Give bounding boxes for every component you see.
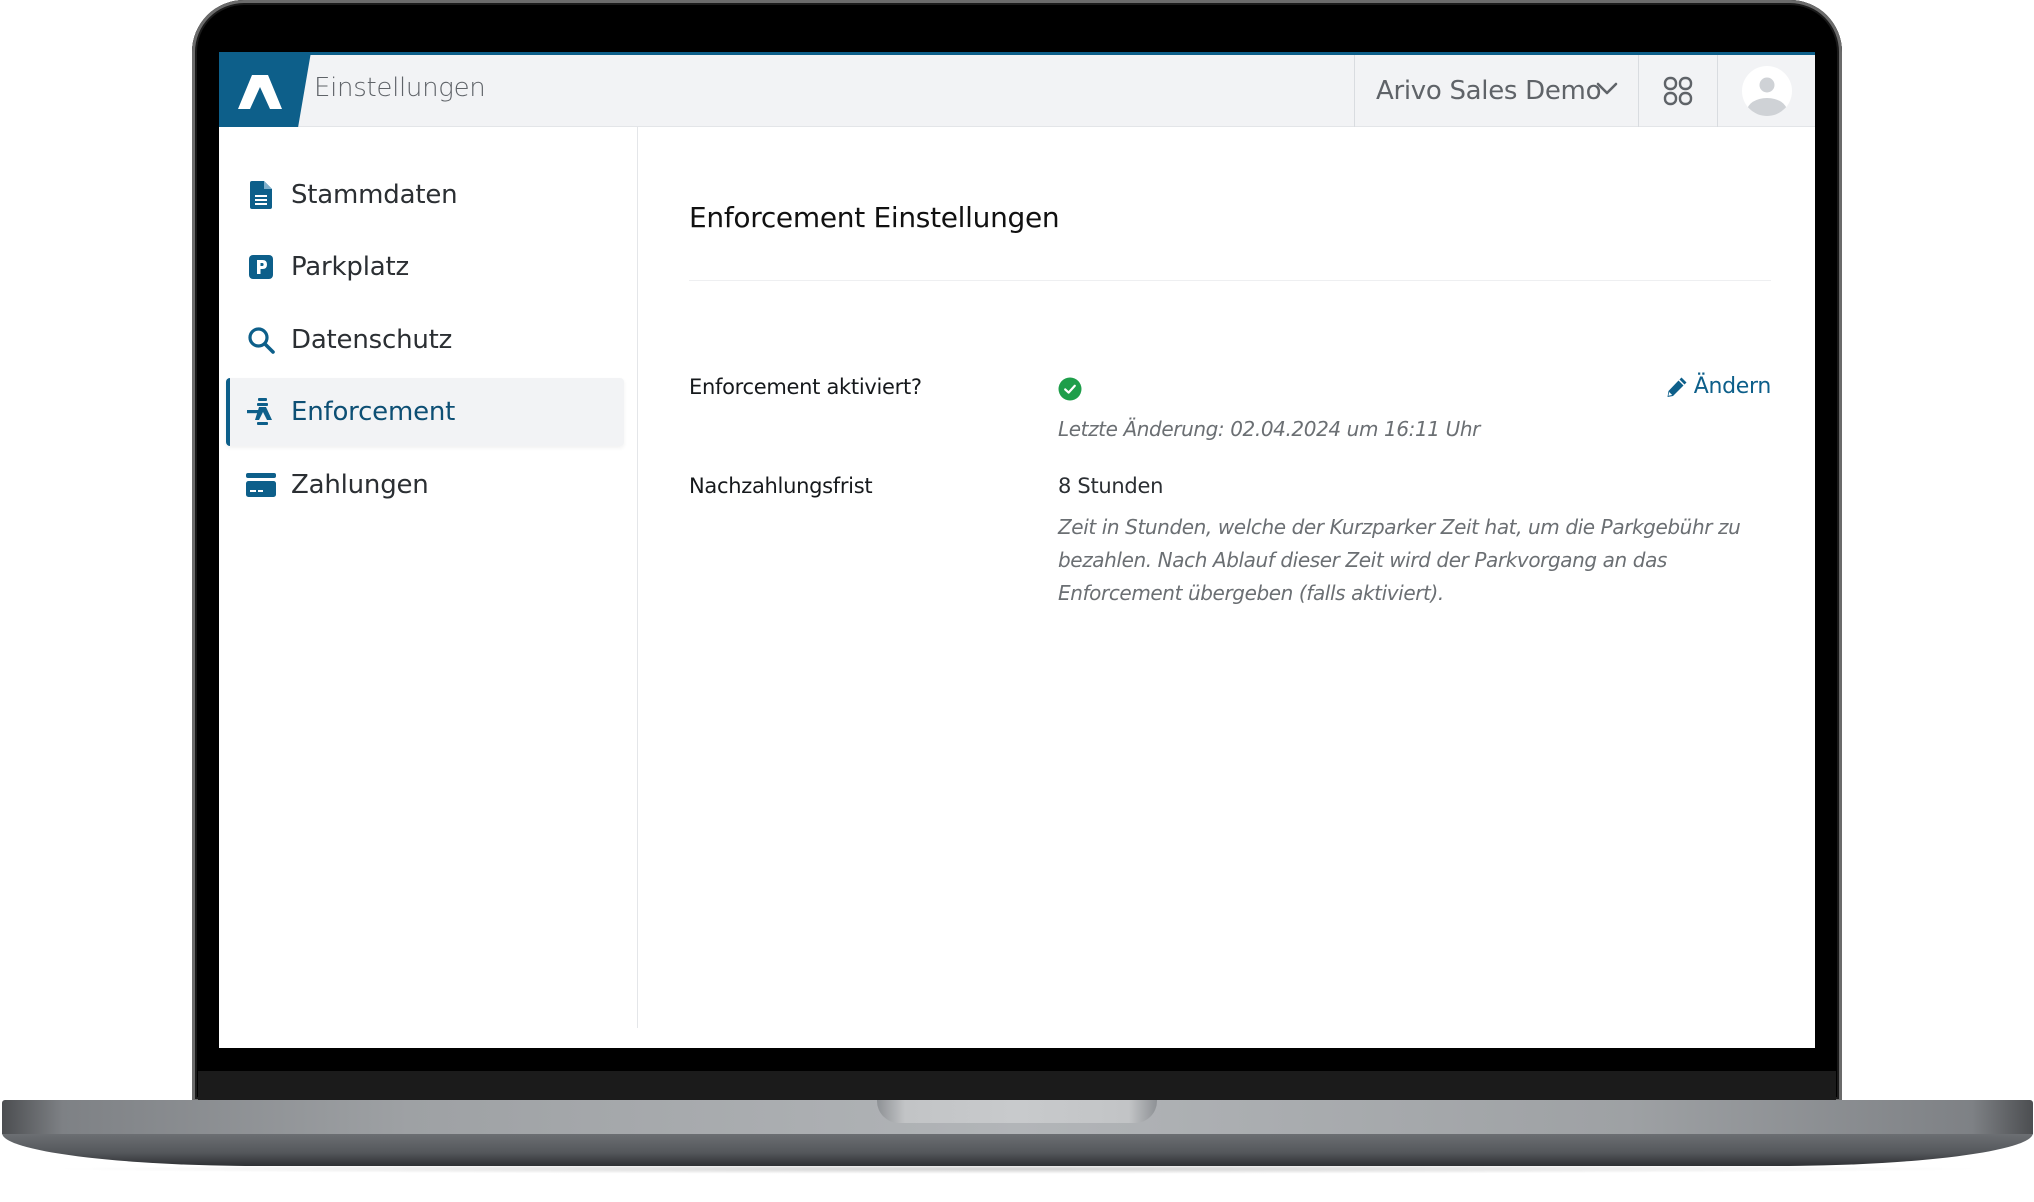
description-line: bezahlen. Nach Ablauf dieser Zeit wird d… (1058, 548, 1667, 572)
sidebar-divider (637, 127, 638, 1028)
edit-label: Ändern (1693, 374, 1772, 399)
credit-card-icon (246, 470, 276, 500)
sidebar-item-label: Datenschutz (291, 325, 453, 355)
top-header: Einstellungen Arivo Sales Demo (219, 52, 1815, 127)
sidebar-item-datenschutz[interactable]: Datenschutz (226, 307, 620, 373)
enforcement-active-label: Enforcement aktiviert? (689, 375, 922, 399)
last-change-text: Letzte Änderung: 02.04.2024 um 16:11 Uhr (1058, 417, 1480, 441)
payment-deadline-value: 8 Stunden (1058, 474, 1164, 498)
sidebar-item-zahlungen[interactable]: Zahlungen (226, 452, 620, 518)
apps-button[interactable] (1639, 55, 1717, 127)
payment-deadline-description: Zeit in Stunden, welche der Kurzparker Z… (1058, 511, 1778, 610)
edit-button[interactable]: Ändern (1666, 374, 1771, 399)
sidebar-item-stammdaten[interactable]: Stammdaten (226, 162, 620, 228)
sidebar-item-enforcement[interactable]: Enforcement (226, 378, 624, 446)
description-line: Zeit in Stunden, welche der Kurzparker Z… (1058, 515, 1741, 539)
sidebar-item-label: Enforcement (291, 397, 456, 427)
user-avatar-icon (1741, 66, 1792, 116)
grid-icon (1663, 76, 1693, 106)
sidebar-item-parkplatz[interactable]: Parkplatz (226, 234, 620, 300)
sidebar-item-label: Stammdaten (291, 180, 458, 210)
enforcement-officer-icon (246, 397, 276, 427)
arivo-logo[interactable] (219, 52, 311, 127)
laptop-chin (198, 1071, 1836, 1101)
pencil-icon (1667, 377, 1687, 397)
app-screen: Einstellungen Arivo Sales Demo Stammdate… (219, 52, 1815, 1048)
search-icon (246, 325, 276, 355)
chevron-down-icon (1596, 82, 1618, 95)
app-title: Einstellungen (314, 73, 486, 103)
organization-label: Arivo Sales Demo (1376, 76, 1602, 106)
sidebar-item-label: Zahlungen (291, 470, 429, 500)
payment-deadline-label: Nachzahlungsfrist (689, 474, 873, 498)
sidebar-item-label: Parkplatz (291, 252, 409, 282)
arivo-logo-icon (238, 75, 282, 109)
check-circle-icon (1058, 377, 1082, 401)
parking-icon (246, 252, 276, 282)
laptop-base-lower (2, 1133, 2033, 1166)
document-icon (246, 180, 276, 210)
organization-select[interactable]: Arivo Sales Demo (1355, 55, 1638, 127)
sidebar-nav: Stammdaten Parkplatz Datenschutz Enforce… (219, 127, 637, 1028)
laptop-notch (877, 1100, 1157, 1123)
title-divider (689, 280, 1771, 281)
description-line: Enforcement übergeben (falls aktiviert). (1058, 581, 1444, 605)
page-title: Enforcement Einstellungen (689, 201, 1060, 234)
user-avatar-button[interactable] (1718, 55, 1815, 127)
